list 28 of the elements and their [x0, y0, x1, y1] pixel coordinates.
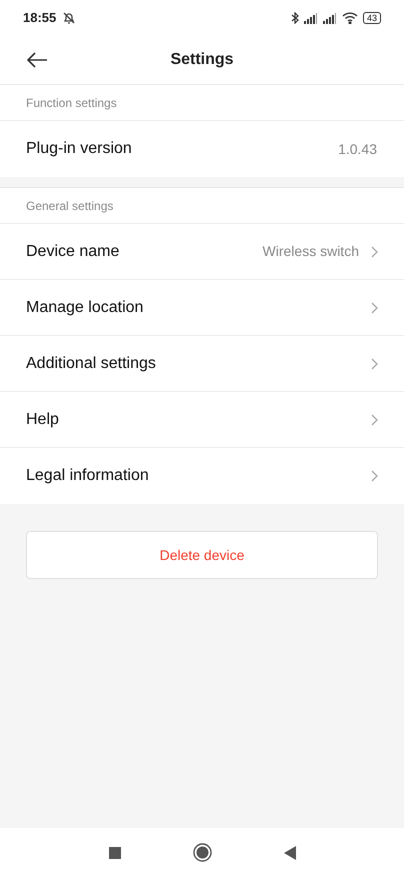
row-label: Plug-in version: [26, 139, 133, 159]
row-label: Manage location: [26, 298, 144, 318]
page-title: Settings: [170, 50, 234, 70]
bluetooth-icon: [290, 12, 299, 24]
settings-row[interactable]: Manage location: [0, 280, 404, 336]
battery-indicator: 43: [362, 12, 381, 24]
settings-row[interactable]: Additional settings: [0, 336, 404, 392]
section-header: Function settings: [26, 94, 117, 112]
signal-icon: [304, 12, 318, 24]
back-icon[interactable]: [284, 846, 296, 860]
row-label: Device name: [26, 242, 120, 262]
home-icon[interactable]: [192, 843, 212, 862]
row-label: Additional settings: [26, 354, 157, 374]
settings-row[interactable]: Plug-in version 1.0.43: [0, 121, 404, 177]
row-label: Legal information: [26, 466, 150, 486]
wifi-icon: [342, 12, 358, 24]
notification-off-icon: [62, 11, 76, 25]
settings-row[interactable]: Legal information: [0, 448, 404, 504]
row-value: 1.0.43: [338, 140, 377, 158]
section-header: General settings: [26, 198, 114, 214]
status-time: 18:55: [23, 9, 56, 28]
recents-icon[interactable]: [108, 846, 120, 858]
row-label: Help: [26, 410, 60, 430]
delete-button[interactable]: Delete device: [26, 531, 378, 579]
row-value: Wireless switch: [262, 242, 359, 261]
settings-row[interactable]: Help: [0, 392, 404, 448]
settings-row[interactable]: Device name Wireless switch: [0, 224, 404, 280]
signal-icon: [322, 12, 337, 24]
